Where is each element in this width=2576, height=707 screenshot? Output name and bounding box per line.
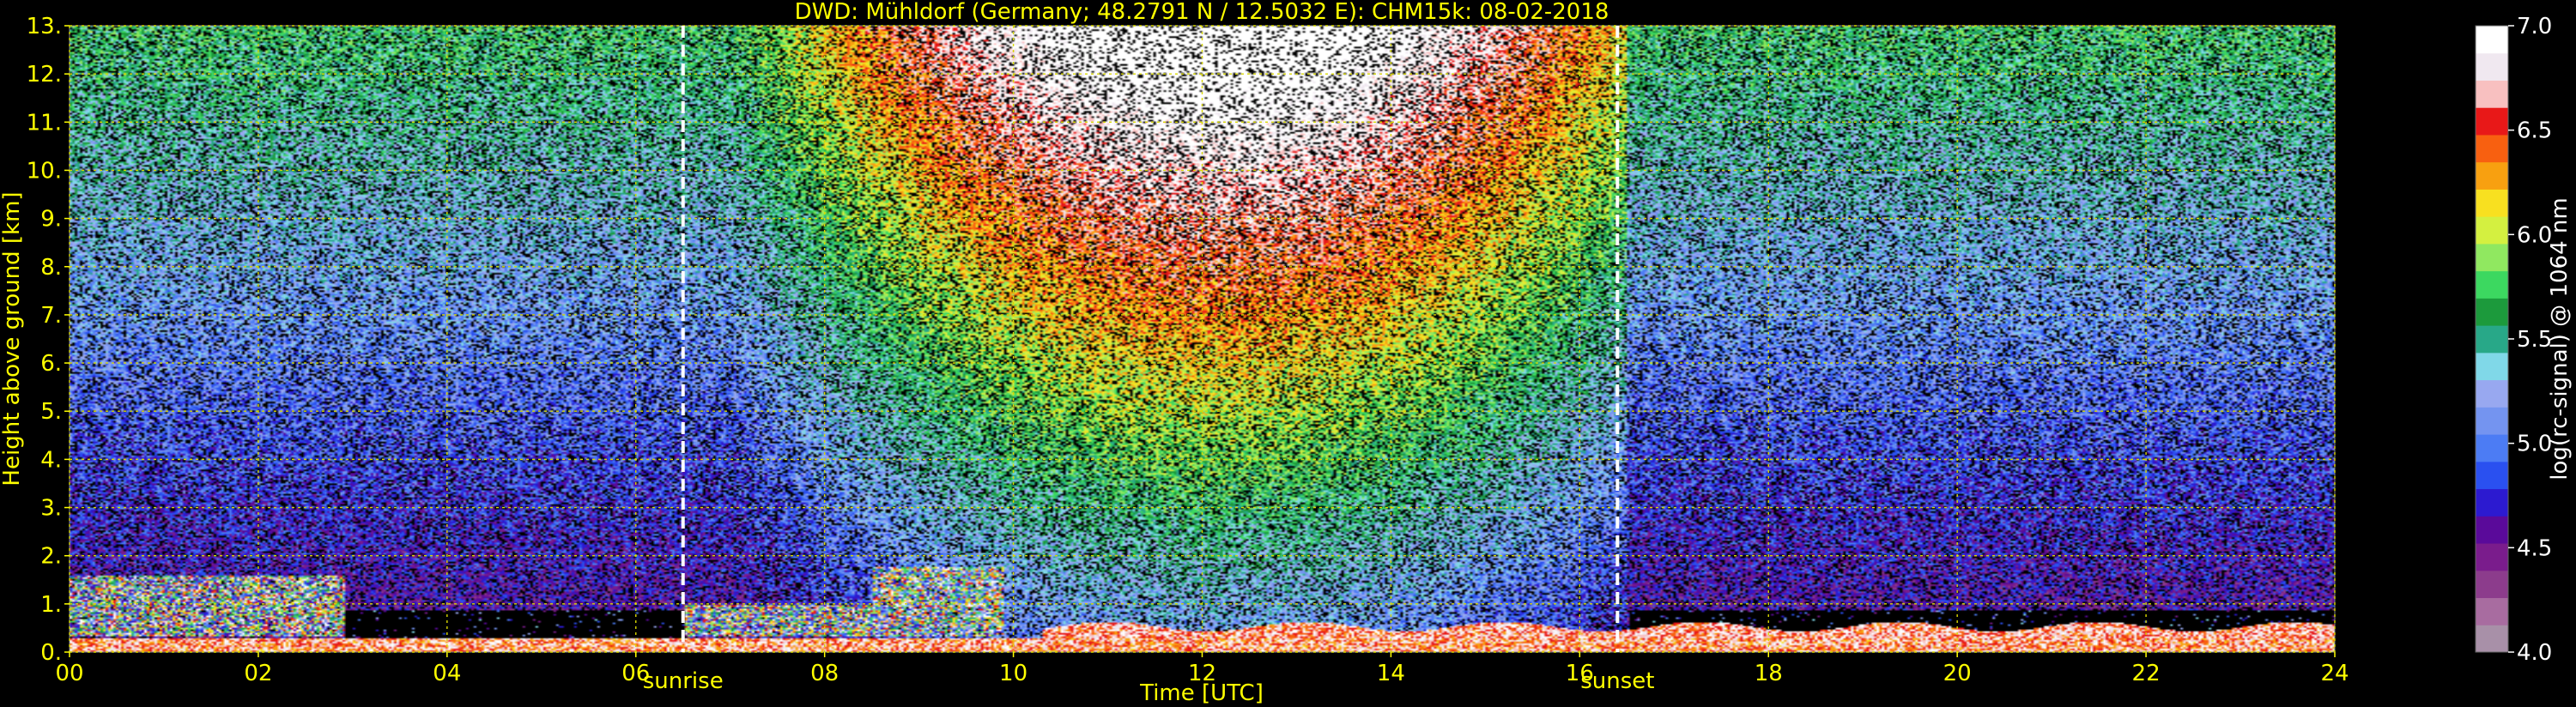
colorbar-cell: [2476, 298, 2508, 326]
x-tick-label: 24: [2320, 661, 2349, 686]
x-tick-label: 00: [55, 661, 83, 686]
colorbar-cell: [2476, 488, 2508, 517]
colorbar-cell: [2476, 543, 2508, 571]
y-tick-label: 1.: [40, 592, 62, 618]
y-tick-label: 2.: [40, 544, 62, 570]
y-tick-label: 3.: [40, 496, 62, 522]
chart-title: DWD: Mühldorf (Germany; 48.2791 N / 12.5…: [795, 0, 1609, 25]
colorbar-cell: [2476, 570, 2508, 599]
colorbar-tick-label: 4.0: [2517, 640, 2552, 666]
colorbar-cell: [2476, 325, 2508, 354]
colorbar-ticks: 4.04.55.05.56.06.57.0: [2508, 14, 2552, 666]
colorbar-cell: [2476, 516, 2508, 544]
colorbar-cell: [2476, 52, 2508, 81]
colorbar-cell: [2476, 597, 2508, 625]
colorbar-tick-label: 6.5: [2517, 118, 2552, 144]
y-axis-label: Height above ground [km]: [0, 191, 25, 486]
y-tick-label: 13.: [27, 14, 62, 39]
ceilometer-chart: DWD: Mühldorf (Germany; 48.2791 N / 12.5…: [0, 0, 2573, 706]
x-tick-label: 02: [244, 661, 272, 686]
y-axis-ticks: 0.1.2.3.4.5.6.7.8.9.10.11.12.13.: [27, 14, 70, 666]
y-tick-label: 7.: [40, 303, 62, 329]
x-tick-label: 20: [1943, 661, 1972, 686]
y-tick-label: 8.: [40, 255, 62, 281]
colorbar-cell: [2476, 161, 2508, 190]
y-tick-label: 10.: [27, 158, 62, 184]
colorbar-cells: [2476, 26, 2508, 653]
x-tick-label: 16: [1566, 661, 1594, 686]
colorbar-cell: [2476, 189, 2508, 217]
colorbar-cell: [2476, 379, 2508, 408]
colorbar: 4.04.55.05.56.06.57.0 log(rc-signal) @ 1…: [2475, 14, 2573, 666]
colorbar-label: log(rc-signal) @ 1064 nm: [2547, 197, 2573, 480]
x-tick-label: 18: [1755, 661, 1783, 686]
colorbar-tick-label: 4.5: [2517, 535, 2552, 561]
colorbar-cell: [2476, 216, 2508, 245]
y-tick-label: 12.: [27, 62, 62, 88]
colorbar-cell: [2476, 352, 2508, 381]
x-tick-label: 14: [1377, 661, 1405, 686]
colorbar-cell: [2476, 407, 2508, 435]
colorbar-cell: [2476, 134, 2508, 163]
sunrise-label: sunrise: [643, 668, 724, 694]
colorbar-cell: [2476, 243, 2508, 272]
plot-area: sunrise sunset: [69, 25, 2336, 694]
x-tick-label: 06: [621, 661, 650, 686]
y-tick-label: 6.: [40, 351, 62, 377]
y-tick-label: 5.: [40, 399, 62, 425]
colorbar-cell: [2476, 625, 2508, 653]
colorbar-cell: [2476, 461, 2508, 490]
x-tick-label: 22: [2132, 661, 2161, 686]
colorbar-cell: [2476, 26, 2508, 54]
x-tick-label: 04: [433, 661, 461, 686]
y-tick-label: 11.: [27, 110, 62, 136]
colorbar-cell: [2476, 434, 2508, 462]
x-tick-label: 08: [810, 661, 839, 686]
colorbar-cell: [2476, 107, 2508, 136]
colorbar-tick-label: 7.0: [2517, 14, 2552, 39]
x-axis-label: Time [UTC]: [1139, 680, 1264, 706]
y-tick-label: 4.: [40, 447, 62, 473]
colorbar-cell: [2476, 270, 2508, 299]
colorbar-cell: [2476, 80, 2508, 108]
y-tick-label: 9.: [40, 207, 62, 233]
x-tick-label: 10: [999, 661, 1027, 686]
